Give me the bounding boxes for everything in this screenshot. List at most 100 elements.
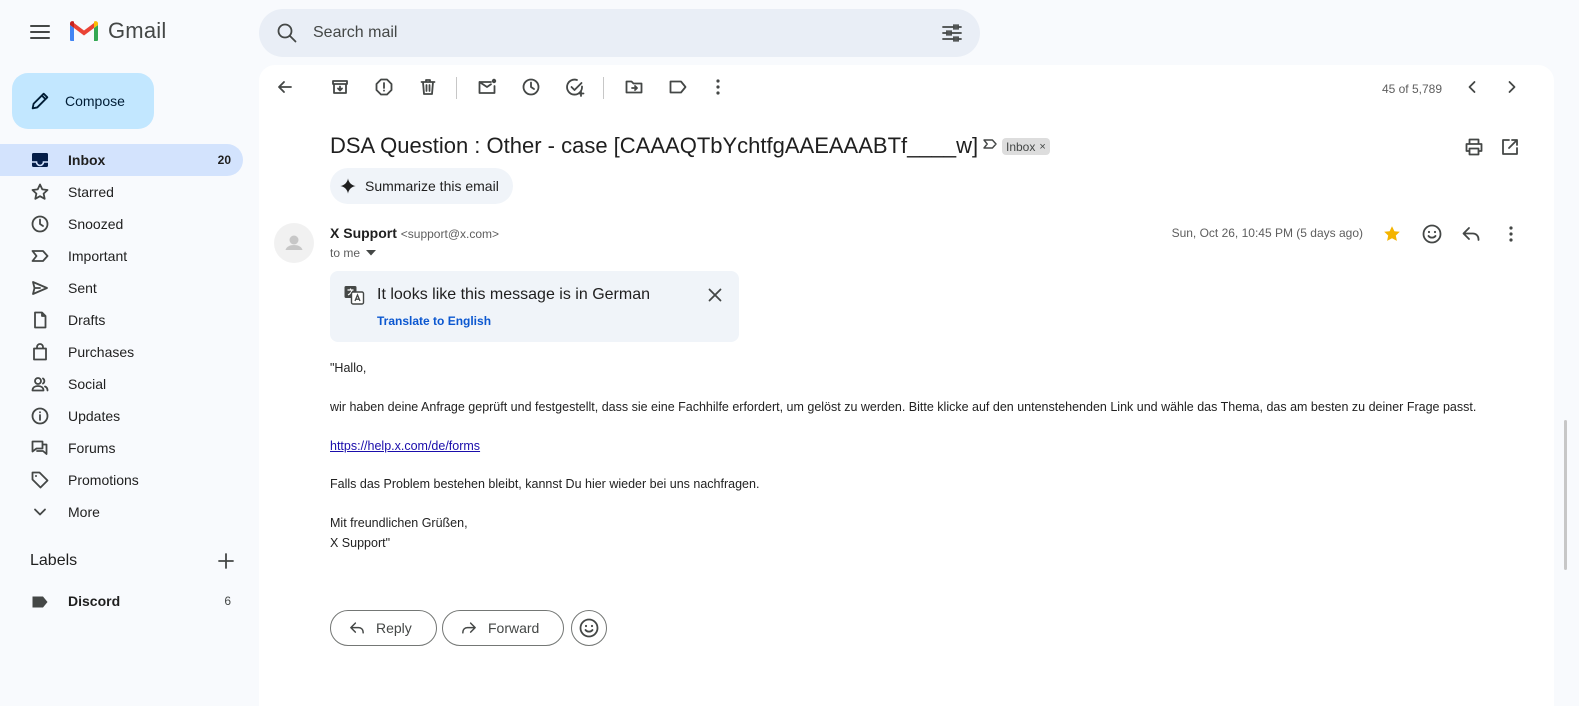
sidebar-item-label: Social <box>68 376 107 392</box>
translate-icon <box>344 286 365 305</box>
forward-icon <box>462 622 476 634</box>
shopping-bag-icon <box>33 343 47 361</box>
open-in-new-window-icon[interactable] <box>1500 137 1520 157</box>
sidebar-item-purchases[interactable]: Purchases <box>0 336 243 368</box>
star-icon <box>31 183 49 200</box>
print-icon[interactable] <box>1464 137 1484 157</box>
sidebar-item-label: Sent <box>68 280 97 296</box>
sidebar-item-updates[interactable]: Updates <box>0 400 243 432</box>
label-icon[interactable] <box>668 77 688 97</box>
label-count: 6 <box>224 594 231 608</box>
reply-icon <box>350 622 364 634</box>
clock-icon <box>31 215 49 233</box>
add-reaction-icon[interactable] <box>1421 223 1443 245</box>
inbox-chip-label: Inbox <box>1006 139 1036 154</box>
page-count: 45 of 5,789 <box>1381 82 1442 96</box>
sidebar-label-discord[interactable]: Discord 6 <box>0 588 243 616</box>
chevron-right-icon[interactable] <box>1502 77 1522 97</box>
sender-info: X Support <support@x.com> <box>330 225 499 241</box>
unread-count: 20 <box>217 153 231 167</box>
sidebar-item-promotions[interactable]: Promotions <box>0 464 243 496</box>
help-link[interactable]: https://help.x.com/de/forms <box>330 439 480 453</box>
more-vert-icon[interactable] <box>1500 223 1522 245</box>
toolbar-divider <box>456 77 457 99</box>
close-icon[interactable] <box>707 287 723 303</box>
sidebar-item-label: Purchases <box>68 344 135 360</box>
body-closing: Mit freundlichen Grüßen, <box>330 516 468 530</box>
important-marker-icon[interactable] <box>982 136 998 152</box>
emoji-icon <box>579 618 599 638</box>
sidebar-item-label: Drafts <box>68 312 106 328</box>
email-date: Sun, Oct 26, 10:45 PM (5 days ago) <box>1171 226 1363 240</box>
inbox-icon <box>32 153 48 167</box>
search-bar[interactable] <box>259 9 980 57</box>
translate-banner: It looks like this message is in German … <box>330 271 739 342</box>
search-input[interactable] <box>313 24 913 42</box>
scrollbar[interactable] <box>1564 420 1567 570</box>
sidebar-item-important[interactable]: Important <box>0 240 243 272</box>
snooze-icon[interactable] <box>521 77 541 97</box>
mark-unread-icon[interactable] <box>477 77 497 97</box>
reply-button[interactable]: Reply <box>330 610 437 646</box>
sidebar-item-starred[interactable]: Starred <box>0 176 243 208</box>
search-icon[interactable] <box>275 21 299 45</box>
sender-email: <support@x.com> <box>400 227 500 241</box>
sidebar-item-snoozed[interactable]: Snoozed <box>0 208 243 240</box>
sidebar-item-more[interactable]: More <box>0 496 243 528</box>
sidebar-item-drafts[interactable]: Drafts <box>0 304 243 336</box>
add-task-icon[interactable] <box>565 77 585 97</box>
compose-label: Compose <box>65 93 125 109</box>
summarize-label: Summarize this email <box>365 178 499 194</box>
sparkle-icon <box>340 178 356 194</box>
more-vert-icon[interactable] <box>708 77 728 97</box>
remove-label-button[interactable]: × <box>1039 141 1045 153</box>
forward-button[interactable]: Forward <box>442 610 565 646</box>
sidebar-item-social[interactable]: Social <box>0 368 243 400</box>
labels-header: Labels <box>30 552 235 570</box>
archive-icon[interactable] <box>330 77 350 97</box>
starred-icon[interactable] <box>1382 224 1402 244</box>
gmail-logo[interactable]: Gmail <box>68 18 166 44</box>
main-menu-button[interactable] <box>28 20 52 44</box>
chevron-down-icon <box>34 508 46 516</box>
report-spam-icon[interactable] <box>374 77 394 97</box>
labels-heading: Labels <box>30 552 78 569</box>
message-panel: 45 of 5,789 DSA Question : Other - case … <box>259 65 1554 706</box>
sidebar-item-label: Snoozed <box>68 216 124 232</box>
recipient-line: to me <box>330 246 361 260</box>
default-avatar-icon <box>285 235 303 250</box>
forum-icon <box>31 440 48 455</box>
important-icon <box>31 250 49 262</box>
reply-icon[interactable] <box>1460 223 1482 245</box>
compose-button[interactable]: Compose <box>12 73 154 129</box>
tag-icon <box>31 471 49 489</box>
inbox-label-chip: Inbox × <box>1002 138 1050 155</box>
add-label-icon[interactable] <box>217 552 235 570</box>
translate-link[interactable]: Translate to English <box>377 314 491 328</box>
summarize-email-button[interactable]: Summarize this email <box>330 168 513 204</box>
people-icon <box>31 377 49 392</box>
delete-icon[interactable] <box>418 77 438 97</box>
chevron-left-icon[interactable] <box>1462 77 1482 97</box>
sidebar-item-label: Promotions <box>68 472 139 488</box>
gmail-logo-text: Gmail <box>108 18 167 43</box>
back-arrow-icon[interactable] <box>275 77 295 97</box>
body-greeting: "Hallo, <box>330 361 367 375</box>
sidebar-item-label: Updates <box>68 408 121 424</box>
sender-name[interactable]: X Support <box>330 225 397 241</box>
move-to-icon[interactable] <box>624 77 644 97</box>
sidebar-item-forums[interactable]: Forums <box>0 432 243 464</box>
sidebar-item-sent[interactable]: Sent <box>0 272 243 304</box>
body-paragraph: wir haben deine Anfrage geprüft und fest… <box>330 400 1477 414</box>
add-reaction-button[interactable] <box>571 610 607 646</box>
forward-label: Forward <box>488 620 540 636</box>
sidebar-item-inbox[interactable]: Inbox 20 <box>0 144 243 176</box>
toolbar-divider <box>603 77 604 99</box>
sidebar-nav: Inbox 20 Starred Snoozed Important Sent … <box>0 144 256 528</box>
sender-avatar[interactable] <box>274 223 314 263</box>
body-signature: X Support" <box>330 536 391 550</box>
dropdown-arrow-icon[interactable] <box>366 250 377 256</box>
search-options-icon[interactable] <box>940 21 964 45</box>
sidebar-item-label: More <box>68 504 100 520</box>
recipient-details[interactable]: to me <box>330 246 377 260</box>
